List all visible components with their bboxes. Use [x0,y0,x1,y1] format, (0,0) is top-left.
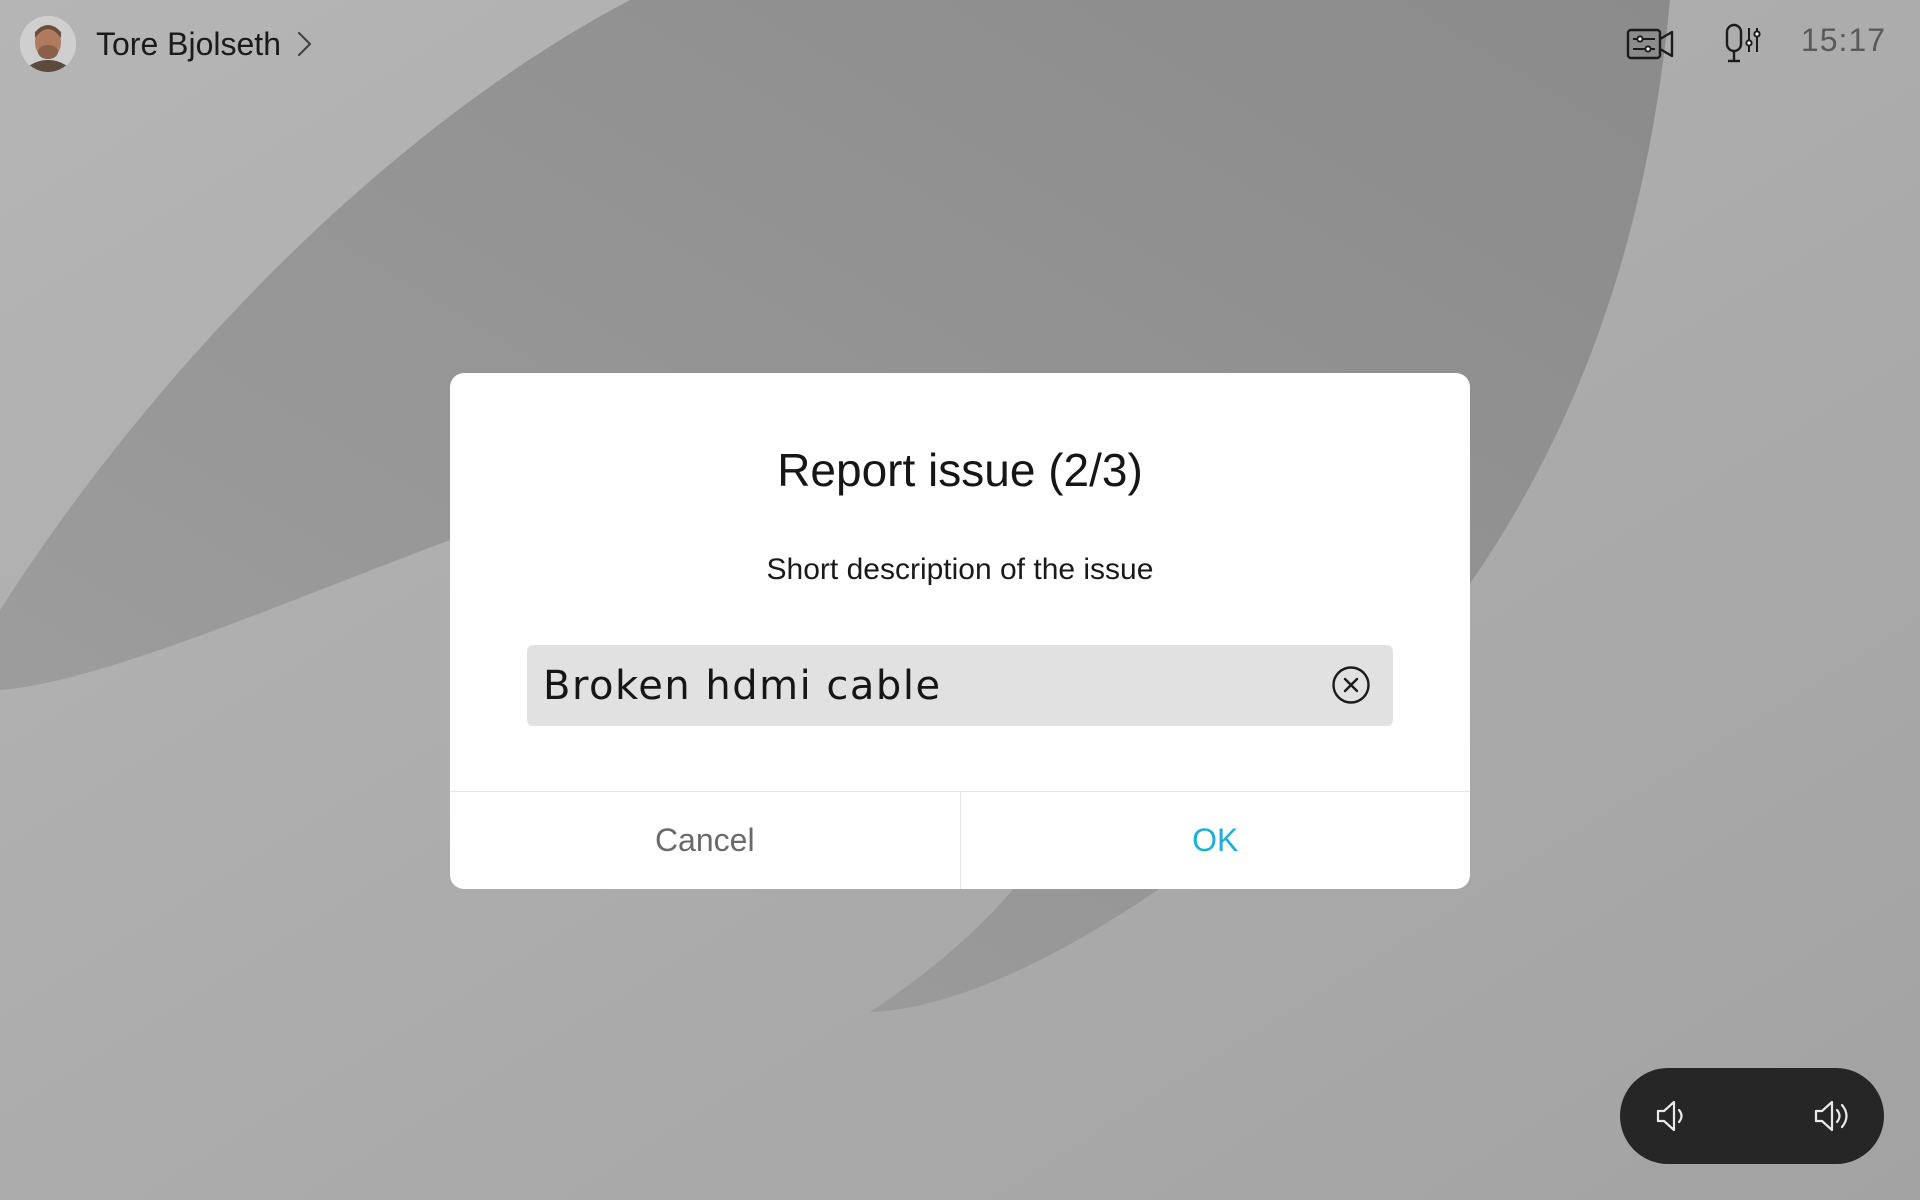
cancel-button-label: Cancel [654,822,755,858]
volume-control [1620,1068,1884,1164]
user-profile-button[interactable]: Tore Bjolseth [20,14,315,74]
dialog-button-row: Cancel OK [450,791,1470,889]
ok-button[interactable]: OK [961,792,1471,889]
issue-description-input[interactable] [527,645,1307,726]
chevron-right-icon [297,31,312,57]
dialog-title: Report issue (2/3) [777,444,1143,496]
dialog-subtitle: Short description of the issue [766,553,1154,586]
ok-button-label: OK [1192,822,1239,858]
camera-controls-icon[interactable] [1626,22,1676,66]
cancel-button[interactable]: Cancel [450,792,961,889]
user-name: Tore Bjolseth [96,25,281,62]
clock: 15:17 [1800,22,1886,58]
volume-down-icon[interactable] [1652,1096,1692,1136]
microphone-controls-icon[interactable] [1722,22,1762,66]
volume-up-icon[interactable] [1812,1096,1852,1136]
report-issue-dialog: Report issue (2/3) Short description of … [450,373,1470,889]
avatar [20,16,76,72]
clear-circle-icon[interactable] [1331,665,1371,705]
issue-description-field [527,645,1393,726]
